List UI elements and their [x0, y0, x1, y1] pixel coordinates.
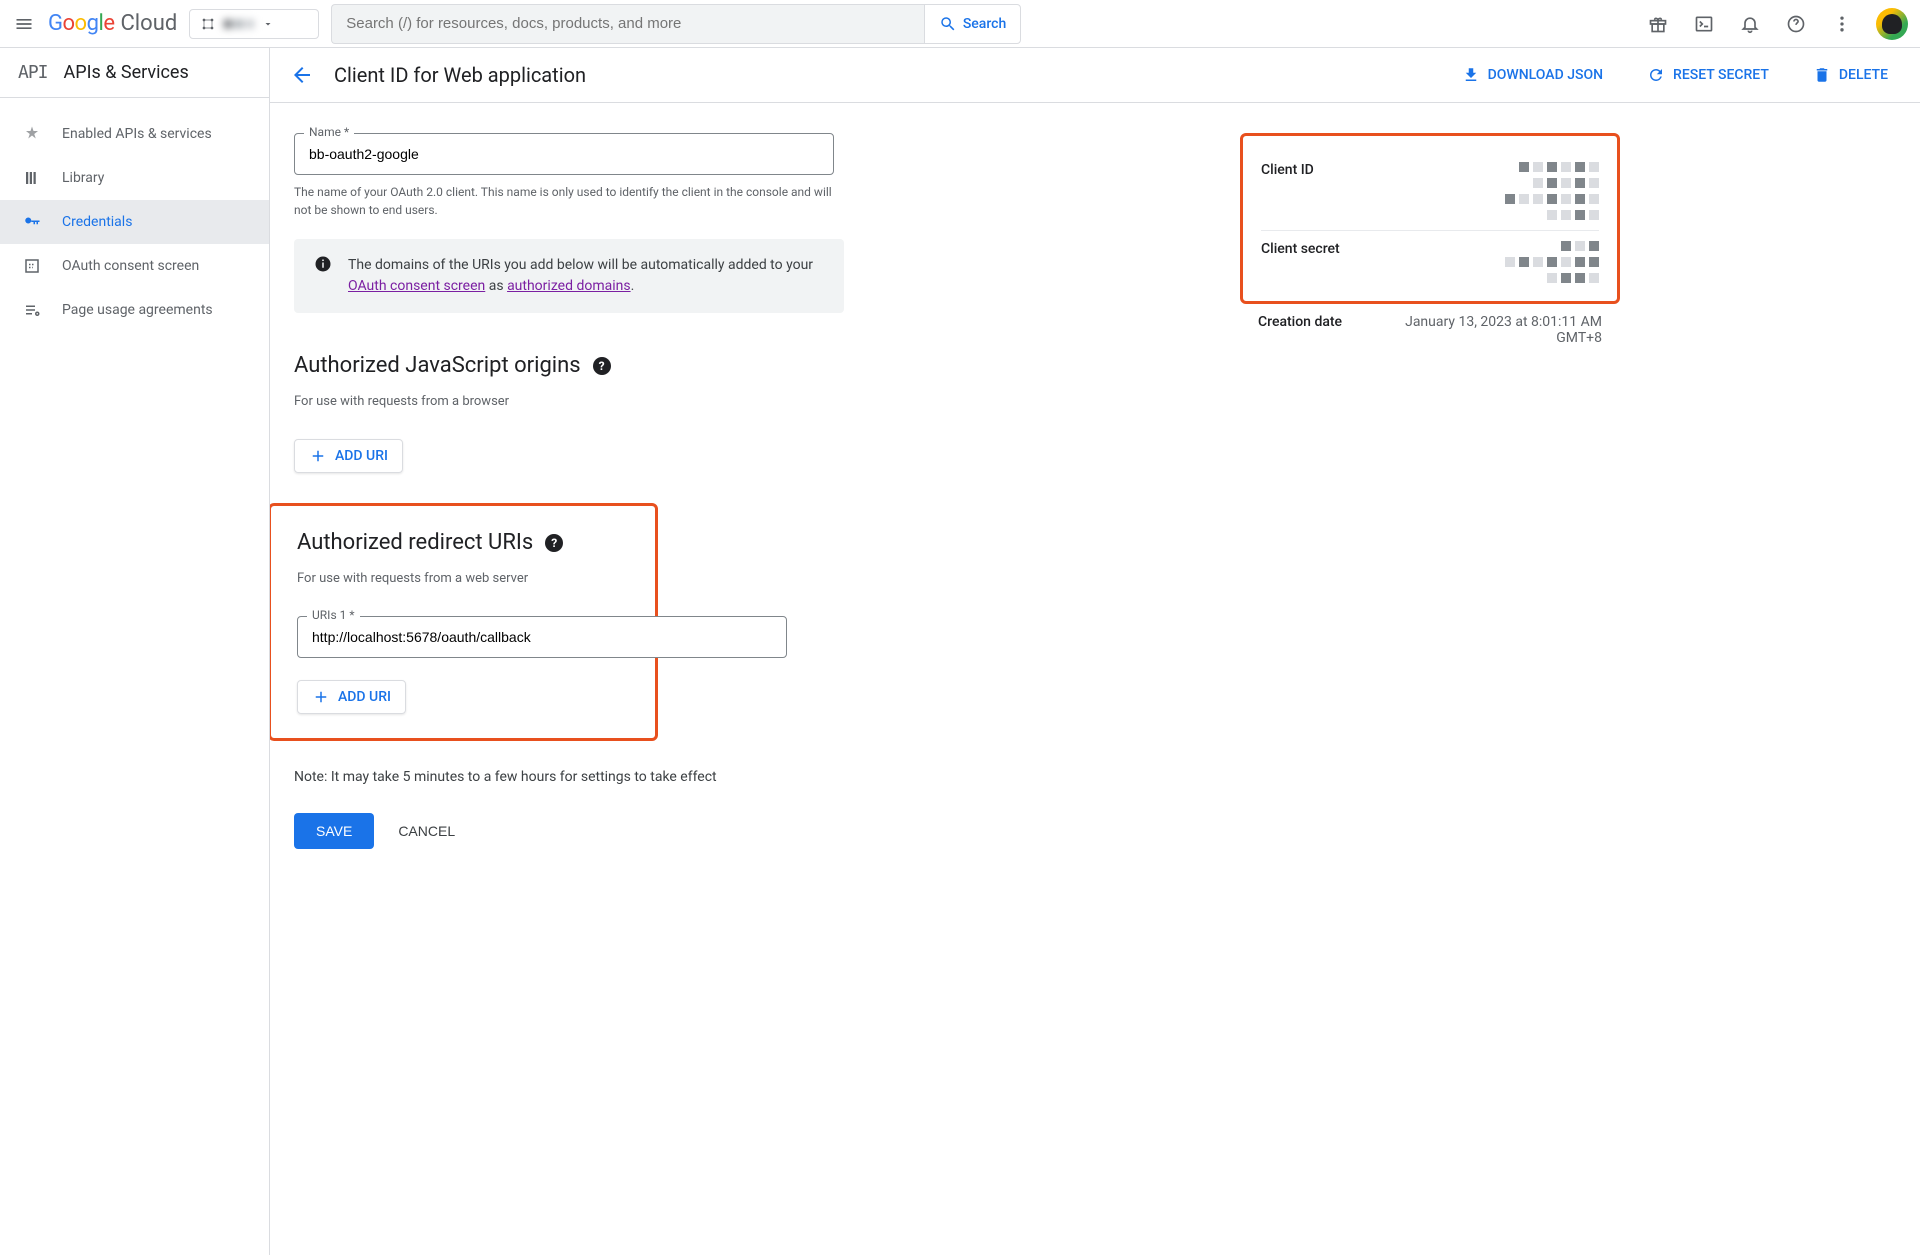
delete-button[interactable]: DELETE [1801, 60, 1900, 90]
client-info-highlight: Client ID Client secret [1240, 133, 1620, 304]
redirect-title: Authorized redirect URIs ? [297, 530, 631, 555]
trash-icon [1813, 66, 1831, 84]
sidebar-item-label: Page usage agreements [62, 302, 213, 318]
info-text: The domains of the URIs you add below wi… [348, 257, 813, 273]
help-icon[interactable]: ? [545, 534, 563, 552]
search-input[interactable] [346, 15, 910, 32]
project-selector[interactable] [189, 9, 319, 39]
js-origins-title: Authorized JavaScript origins ? [294, 353, 1140, 378]
client-secret-redacted [1505, 241, 1599, 283]
plus-icon [312, 688, 330, 706]
page-header: Client ID for Web application DOWNLOAD J… [270, 48, 1920, 103]
search-button-label: Search [963, 16, 1006, 32]
consent-icon [22, 256, 42, 276]
sidebar-item-library[interactable]: Library [0, 156, 269, 200]
api-icon: API [18, 62, 48, 83]
reset-icon [1647, 66, 1665, 84]
sidebar-item-oauth-consent[interactable]: OAuth consent screen [0, 244, 269, 288]
sidebar-item-label: OAuth consent screen [62, 258, 199, 274]
add-uri-button-redirect[interactable]: ADD URI [297, 680, 406, 714]
enabled-apis-icon [22, 124, 42, 144]
topbar-right [1646, 8, 1908, 40]
redirect-sub: For use with requests from a web server [297, 571, 631, 586]
section-title-text: Authorized redirect URIs [297, 530, 533, 555]
chevron-down-icon [262, 18, 274, 30]
content: Client ID for Web application DOWNLOAD J… [270, 48, 1920, 1255]
info-text: . [631, 278, 635, 294]
sidebar-title: APIs & Services [64, 62, 189, 83]
sidebar: API APIs & Services Enabled APIs & servi… [0, 48, 270, 1255]
avatar[interactable] [1876, 8, 1908, 40]
reset-secret-label: RESET SECRET [1673, 67, 1769, 83]
name-field-wrapper: Name * [294, 133, 1140, 175]
client-secret-row: Client secret [1261, 231, 1599, 293]
section-title-text: Authorized JavaScript origins [294, 353, 581, 378]
client-id-row: Client ID [1261, 152, 1599, 231]
client-id-redacted [1505, 162, 1599, 220]
key-icon [22, 212, 42, 232]
uri1-wrapper: URIs 1 * [297, 616, 631, 658]
search-button[interactable]: Search [924, 4, 1021, 44]
cancel-button[interactable]: CANCEL [398, 823, 455, 839]
note-text: Note: It may take 5 minutes to a few hou… [294, 769, 1140, 785]
download-json-button[interactable]: DOWNLOAD JSON [1450, 60, 1615, 90]
sidebar-item-page-usage[interactable]: Page usage agreements [0, 288, 269, 332]
client-id-label: Client ID [1261, 162, 1314, 220]
name-help: The name of your OAuth 2.0 client. This … [294, 183, 834, 219]
creation-date-value: January 13, 2023 at 8:01:11 AM GMT+8 [1362, 314, 1602, 346]
uri1-input[interactable] [297, 616, 787, 658]
agreements-icon [22, 300, 42, 320]
sidebar-item-label: Credentials [62, 214, 132, 230]
reset-secret-button[interactable]: RESET SECRET [1635, 60, 1781, 90]
sidebar-item-enabled-apis[interactable]: Enabled APIs & services [0, 112, 269, 156]
sidebar-item-credentials[interactable]: Credentials [0, 200, 269, 244]
search-container: Search [331, 4, 1021, 44]
more-icon[interactable] [1830, 12, 1854, 36]
sidebar-item-label: Library [62, 170, 104, 186]
google-cloud-logo[interactable]: Google Cloud [48, 12, 177, 36]
top-bar: Google Cloud Search [0, 0, 1920, 48]
add-uri-label: ADD URI [338, 689, 391, 705]
library-icon [22, 168, 42, 188]
sidebar-header: API APIs & Services [0, 48, 269, 98]
add-uri-label: ADD URI [335, 448, 388, 464]
download-json-label: DOWNLOAD JSON [1488, 67, 1603, 83]
info-icon [314, 255, 332, 297]
delete-label: DELETE [1839, 67, 1888, 83]
cloud-shell-icon[interactable] [1692, 12, 1716, 36]
project-name-redacted [224, 20, 254, 28]
info-column: Client ID Client secret [1240, 133, 1620, 849]
add-uri-button-js[interactable]: ADD URI [294, 439, 403, 473]
search-icon [939, 15, 957, 33]
oauth-consent-link[interactable]: OAuth consent screen [348, 278, 485, 294]
name-input[interactable] [294, 133, 834, 175]
cloud-label: Cloud [120, 11, 177, 36]
gift-icon[interactable] [1646, 12, 1670, 36]
save-button[interactable]: SAVE [294, 813, 374, 849]
download-icon [1462, 66, 1480, 84]
uri1-label: URIs 1 * [307, 608, 360, 622]
help-icon[interactable]: ? [593, 357, 611, 375]
page-title: Client ID for Web application [334, 63, 1430, 87]
redirect-uris-highlight: Authorized redirect URIs ? For use with … [270, 503, 658, 741]
creation-date-row: Creation date January 13, 2023 at 8:01:1… [1240, 304, 1620, 356]
info-box: The domains of the URIs you add below wi… [294, 239, 844, 313]
notifications-icon[interactable] [1738, 12, 1762, 36]
button-row: SAVE CANCEL [294, 813, 1140, 849]
back-button[interactable] [290, 63, 314, 87]
creation-date-label: Creation date [1258, 314, 1342, 346]
help-icon[interactable] [1784, 12, 1808, 36]
sidebar-item-label: Enabled APIs & services [62, 126, 212, 142]
menu-icon[interactable] [12, 12, 36, 36]
name-label: Name * [304, 125, 354, 139]
js-origins-sub: For use with requests from a browser [294, 394, 1140, 409]
info-text: as [485, 278, 507, 294]
authorized-domains-link[interactable]: authorized domains [507, 278, 631, 294]
search-box[interactable] [331, 4, 924, 44]
plus-icon [309, 447, 327, 465]
client-secret-label: Client secret [1261, 241, 1340, 283]
